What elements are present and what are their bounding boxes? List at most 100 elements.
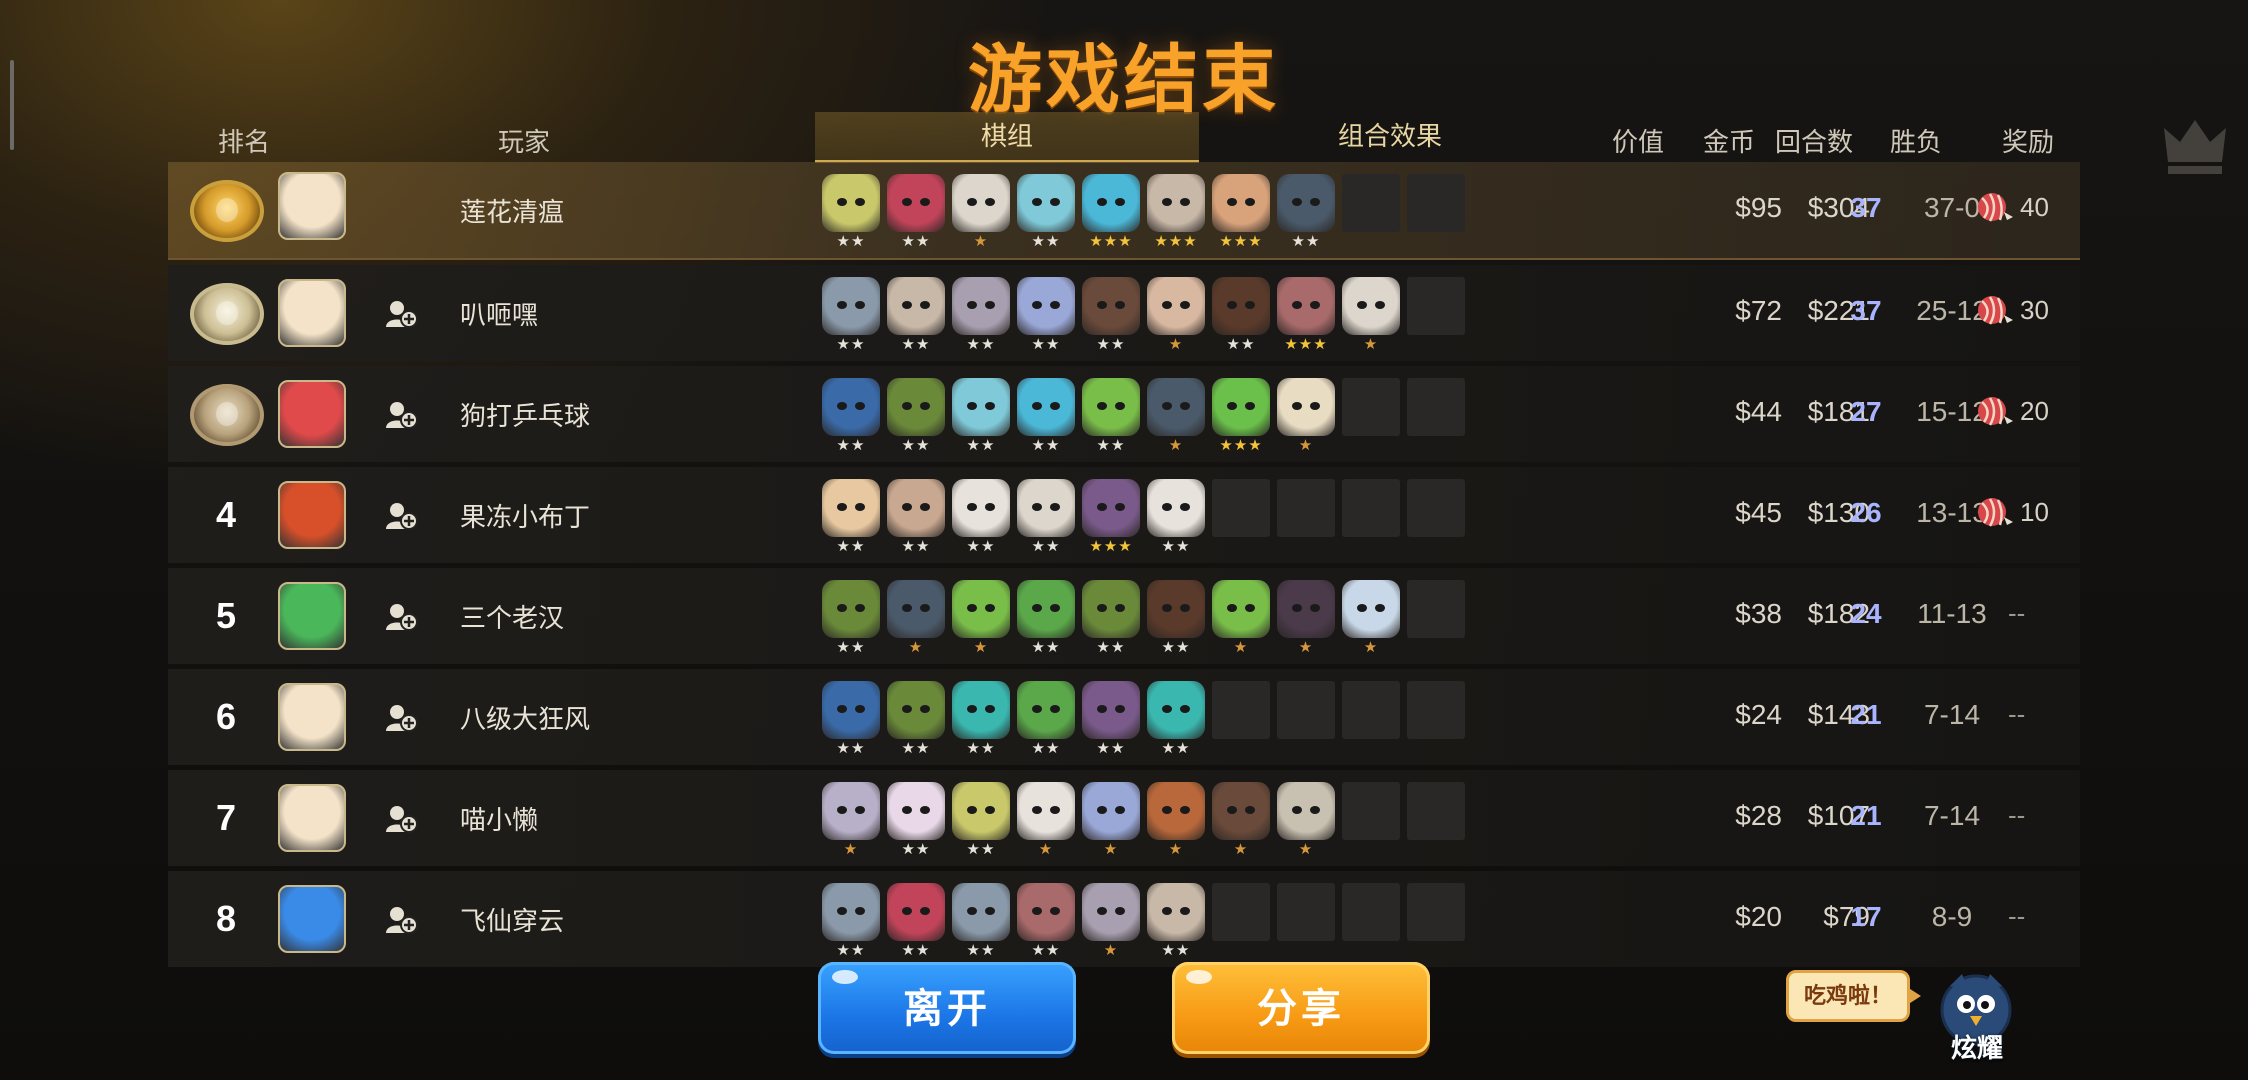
player-avatar[interactable] (278, 279, 346, 347)
brag-label[interactable]: 炫耀 (1932, 1028, 2022, 1065)
player-avatar[interactable] (278, 481, 346, 549)
leave-button[interactable]: 离开 (818, 962, 1076, 1054)
tab-synergy[interactable]: 组合效果 (1198, 112, 1582, 160)
table-row[interactable]: 5 三个老汉 ★★ ★ ★ ★★ ★★ ★★ ★ ★ ★ $38 $182 24 11-13 -- (168, 568, 2080, 664)
unit-slot[interactable]: ★ (1017, 782, 1075, 858)
unit-slot[interactable]: ★ (1277, 580, 1335, 656)
unit-slot[interactable]: ★★ (952, 277, 1010, 353)
share-button[interactable]: 分享 (1172, 962, 1430, 1054)
player-avatar[interactable] (278, 683, 346, 751)
tab-board[interactable]: 棋组 (815, 112, 1199, 163)
unit-slot[interactable]: ★ (1212, 782, 1270, 858)
table-row[interactable]: 7 喵小懒 ★ ★★ ★★ ★ ★ ★ ★ ★ $28 $107 21 7-14 -- (168, 770, 2080, 866)
unit-slot[interactable]: ★★ (822, 883, 880, 959)
unit-slot[interactable]: ★★★ (1212, 378, 1270, 454)
unit-slot[interactable]: ★ (1342, 277, 1400, 353)
unit-slot[interactable]: ★★ (1017, 277, 1075, 353)
unit-slot[interactable]: ★★ (1017, 681, 1075, 757)
unit-slot[interactable]: ★★ (1082, 378, 1140, 454)
add-friend-icon[interactable] (384, 903, 418, 935)
unit-slot[interactable]: ★ (822, 782, 880, 858)
player-avatar[interactable] (278, 582, 346, 650)
unit-slot[interactable]: ★★ (1017, 580, 1075, 656)
unit-slot[interactable]: ★ (1277, 782, 1335, 858)
unit-slot[interactable]: ★ (1082, 883, 1140, 959)
unit-slot[interactable]: ★★ (1082, 277, 1140, 353)
unit-slot[interactable]: ★★ (1017, 378, 1075, 454)
unit-slot[interactable]: ★ (1342, 580, 1400, 656)
unit-eye (1050, 604, 1060, 612)
add-friend-icon[interactable] (384, 600, 418, 632)
silver-medal-icon (190, 283, 264, 345)
unit-slot[interactable]: ★★ (1212, 277, 1270, 353)
unit-slot[interactable]: ★★ (1017, 479, 1075, 555)
unit-portrait (1017, 479, 1075, 537)
unit-slot[interactable]: ★ (1212, 580, 1270, 656)
unit-slot[interactable]: ★★ (952, 883, 1010, 959)
unit-slot[interactable]: ★★ (952, 782, 1010, 858)
unit-slot[interactable]: ★ (1147, 782, 1205, 858)
unit-slot[interactable]: ★★ (1082, 681, 1140, 757)
unit-slot[interactable]: ★ (1147, 277, 1205, 353)
unit-slot[interactable]: ★★ (1277, 174, 1335, 250)
unit-slot[interactable]: ★★ (887, 883, 945, 959)
unit-slot[interactable]: ★★★ (1082, 479, 1140, 555)
add-friend-icon[interactable] (384, 297, 418, 329)
table-row[interactable]: 6 八级大狂风 ★★ ★★ ★★ ★★ ★★ ★★ $24 $143 21 7-14 -- (168, 669, 2080, 765)
unit-slot[interactable]: ★★ (887, 174, 945, 250)
add-friend-icon[interactable] (384, 398, 418, 430)
unit-slot[interactable]: ★★ (952, 681, 1010, 757)
unit-slot[interactable]: ★★ (887, 277, 945, 353)
unit-slot[interactable]: ★★ (952, 479, 1010, 555)
unit-eye (1292, 402, 1302, 410)
unit-slot[interactable]: ★ (952, 174, 1010, 250)
unit-eye (1097, 402, 1107, 410)
unit-portrait (1017, 580, 1075, 638)
unit-slot[interactable]: ★★ (822, 580, 880, 656)
table-row[interactable]: 8 飞仙穿云 ★★ ★★ ★★ ★★ ★ ★★ $20 $79 17 8-9 -- (168, 871, 2080, 967)
unit-slot[interactable]: ★ (1147, 378, 1205, 454)
player-avatar[interactable] (278, 784, 346, 852)
unit-slot[interactable]: ★★ (822, 378, 880, 454)
unit-slot[interactable]: ★★ (822, 277, 880, 353)
unit-slot[interactable]: ★★ (1017, 883, 1075, 959)
unit-slot[interactable]: ★★ (1147, 883, 1205, 959)
player-avatar[interactable] (278, 380, 346, 448)
unit-slot[interactable]: ★★ (1147, 479, 1205, 555)
unit-slot[interactable]: ★★★ (1212, 174, 1270, 250)
unit-slot[interactable]: ★★ (887, 378, 945, 454)
unit-eye (1097, 806, 1107, 814)
unit-slot[interactable]: ★★ (1017, 174, 1075, 250)
unit-stars: ★★★ (1089, 233, 1133, 250)
unit-slot[interactable]: ★★ (887, 681, 945, 757)
unit-slot[interactable]: ★★ (822, 174, 880, 250)
unit-stars: ★★ (836, 336, 866, 353)
add-friend-icon[interactable] (384, 802, 418, 834)
unit-portrait (952, 378, 1010, 436)
unit-slot[interactable]: ★★★ (1082, 174, 1140, 250)
unit-slot[interactable]: ★★ (952, 378, 1010, 454)
table-row[interactable]: 莲花清瘟 ★★ ★★ ★ ★★ ★★★ ★★★ ★★★ ★★ $95 $304 37 37-0 40 (168, 162, 2080, 260)
unit-stars: ★★ (1031, 639, 1061, 656)
player-avatar[interactable] (278, 172, 346, 240)
unit-slot[interactable]: ★ (887, 580, 945, 656)
unit-slot[interactable]: ★ (1082, 782, 1140, 858)
unit-slot[interactable]: ★★ (887, 782, 945, 858)
player-avatar[interactable] (278, 885, 346, 953)
unit-slot[interactable]: ★★★ (1277, 277, 1335, 353)
table-row[interactable]: 叭咂嘿 ★★ ★★ ★★ ★★ ★★ ★ ★★ ★★★ ★ $72 $221 37 25-12 30 (168, 265, 2080, 361)
unit-slot[interactable]: ★★ (1082, 580, 1140, 656)
unit-slot[interactable]: ★ (1277, 378, 1335, 454)
unit-slot[interactable]: ★ (952, 580, 1010, 656)
add-friend-icon[interactable] (384, 499, 418, 531)
table-row[interactable]: 狗打乒乓球 ★★ ★★ ★★ ★★ ★★ ★ ★★★ ★ $44 $181 27 15-12 20 (168, 366, 2080, 462)
unit-slot[interactable]: ★★ (1147, 580, 1205, 656)
add-friend-icon[interactable] (384, 701, 418, 733)
unit-slot[interactable]: ★★ (1147, 681, 1205, 757)
unit-slot[interactable]: ★★ (822, 681, 880, 757)
unit-eye (837, 503, 847, 511)
table-row[interactable]: 4 果冻小布丁 ★★ ★★ ★★ ★★ ★★★ ★★ $45 $130 26 13-13 10 (168, 467, 2080, 563)
unit-slot[interactable]: ★★ (887, 479, 945, 555)
unit-slot[interactable]: ★★ (822, 479, 880, 555)
unit-slot[interactable]: ★★★ (1147, 174, 1205, 250)
